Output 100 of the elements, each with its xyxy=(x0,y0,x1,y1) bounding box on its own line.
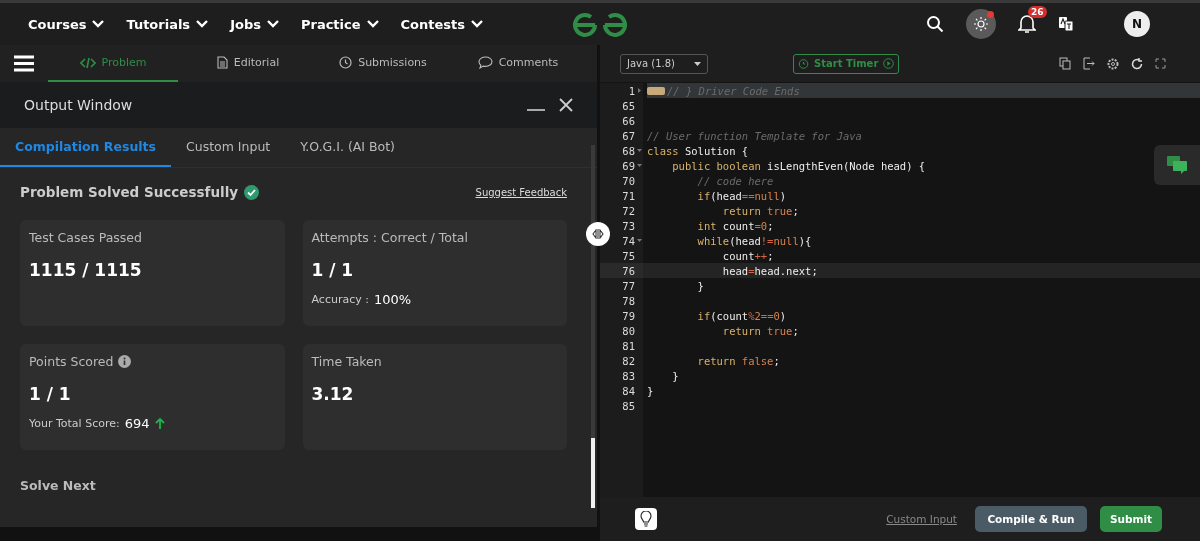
play-icon xyxy=(883,58,895,69)
code-line: return false; xyxy=(696,354,780,367)
alarm-clock-icon xyxy=(798,58,809,69)
line-number: 72 xyxy=(622,204,635,217)
line-number: 65 xyxy=(622,99,635,112)
theme-toggle[interactable] xyxy=(966,9,996,39)
fullscreen-icon[interactable] xyxy=(1155,58,1166,69)
info-icon[interactable] xyxy=(118,355,132,368)
output-tab[interactable]: Compilation Results xyxy=(0,128,171,167)
caret-icon xyxy=(694,61,701,66)
line-number: 66 xyxy=(622,114,635,127)
code-icon xyxy=(79,56,96,69)
search-icon[interactable] xyxy=(926,15,944,33)
detail-label: Accuracy : xyxy=(311,293,369,306)
card-title: Test Cases Passed xyxy=(29,230,142,245)
refresh-icon[interactable] xyxy=(1131,57,1143,70)
notification-badge: 26 xyxy=(1028,6,1047,18)
scrollbar-thumb[interactable] xyxy=(591,438,595,508)
line-number: 73 xyxy=(622,219,635,232)
line-number: 71 xyxy=(622,189,635,202)
chat-button[interactable] xyxy=(1154,145,1200,185)
submit-button[interactable]: Submit xyxy=(1100,506,1162,532)
nav-menu[interactable]: Jobs xyxy=(230,16,279,32)
line-number: 67 xyxy=(622,129,635,142)
compile-run-button[interactable]: Compile & Run xyxy=(975,506,1087,532)
translate-icon[interactable] xyxy=(1058,16,1074,32)
line-number: 69 xyxy=(622,159,635,172)
output-tab[interactable]: Y.O.G.I. (AI Bot) xyxy=(285,128,410,167)
start-timer-button[interactable]: Start Timer xyxy=(793,53,900,74)
code-line: if(count%2==0) xyxy=(696,309,787,322)
chevron-icon xyxy=(266,20,279,28)
user-avatar[interactable]: N xyxy=(1124,11,1150,37)
code-line: int count=0; xyxy=(696,219,774,232)
code-line: return true; xyxy=(721,324,799,337)
nav-menu[interactable]: Tutorials xyxy=(126,16,209,32)
nav-menu[interactable]: Courses xyxy=(28,16,105,32)
chat-icon xyxy=(1167,156,1187,174)
close-button[interactable] xyxy=(559,98,573,112)
line-number: 74 xyxy=(622,234,635,247)
code-line: if(head==null) xyxy=(696,189,787,202)
card-value: 1 / 1 xyxy=(29,384,72,404)
line-number: 84 xyxy=(622,384,635,397)
sun-icon xyxy=(974,17,988,31)
split-arrows-icon xyxy=(592,229,604,239)
line-number: 75 xyxy=(622,249,635,262)
code-line: return true; xyxy=(721,204,799,217)
export-icon[interactable] xyxy=(1083,57,1095,70)
nav-menu[interactable]: Contests xyxy=(400,16,483,32)
card-value: 1115 / 1115 xyxy=(29,260,143,280)
lightbulb-icon xyxy=(639,511,653,527)
expand-caret-icon[interactable] xyxy=(636,88,642,93)
card-title: Time Taken xyxy=(311,354,382,369)
code-line: public boolean isLengthEven(Node head) { xyxy=(671,159,926,172)
output-tab[interactable]: Custom Input xyxy=(171,128,286,167)
problem-tab[interactable]: Comments xyxy=(453,45,583,82)
settings-icon[interactable] xyxy=(1107,57,1119,70)
chevron-icon xyxy=(92,20,105,28)
clock-icon xyxy=(339,56,353,69)
problem-tab[interactable]: Submissions xyxy=(318,45,448,82)
line-number: 77 xyxy=(622,279,635,292)
line-number: 79 xyxy=(622,309,635,322)
code-line: } xyxy=(671,369,679,382)
speech-bubble-icon xyxy=(477,56,493,69)
line-number: 68 xyxy=(622,144,635,157)
code-line: // User function Template for Java xyxy=(647,129,862,142)
chevron-icon xyxy=(471,20,483,28)
logo-icon xyxy=(572,12,628,38)
chevron-icon xyxy=(196,20,209,28)
code-line: } xyxy=(696,279,704,292)
check-circle-icon xyxy=(244,184,260,200)
code-line: head=head.next; xyxy=(721,264,818,277)
problem-tab[interactable]: Editorial xyxy=(183,45,313,82)
code-line: count++; xyxy=(721,249,774,262)
custom-input-link[interactable]: Custom Input xyxy=(880,512,963,526)
bell-icon[interactable] xyxy=(1018,14,1036,34)
card-value: 1 / 1 xyxy=(311,260,355,280)
menu-icon[interactable] xyxy=(14,55,34,72)
code-line: // code here xyxy=(696,174,774,187)
language-dropdown[interactable]: Java (1.8) xyxy=(620,53,708,74)
fold-caret-icon[interactable] xyxy=(636,238,642,243)
line-number: 81 xyxy=(622,339,635,352)
section-heading: Solve Next xyxy=(20,478,97,493)
line-number: 80 xyxy=(622,324,635,337)
detail-label: Your Total Score: xyxy=(29,417,120,430)
fold-caret-icon[interactable] xyxy=(636,163,642,168)
code-line: class Solution { xyxy=(647,144,749,157)
copy-icon[interactable] xyxy=(1059,57,1071,70)
hint-button[interactable] xyxy=(635,508,657,530)
fold-marker[interactable] xyxy=(647,86,665,95)
suggest-feedback-link[interactable]: Suggest Feedback xyxy=(475,186,567,198)
output-window-title: Output Window xyxy=(24,97,133,113)
fold-caret-icon[interactable] xyxy=(636,148,642,153)
card-value: 3.12 xyxy=(311,384,355,404)
code-line: } xyxy=(647,384,654,397)
nav-menu[interactable]: Practice xyxy=(300,16,379,32)
card-title: Attempts : Correct / Total xyxy=(311,230,468,245)
line-number: 1 xyxy=(628,84,635,97)
line-number: 85 xyxy=(622,399,635,412)
close-icon xyxy=(559,98,573,112)
line-number: 70 xyxy=(622,174,635,187)
